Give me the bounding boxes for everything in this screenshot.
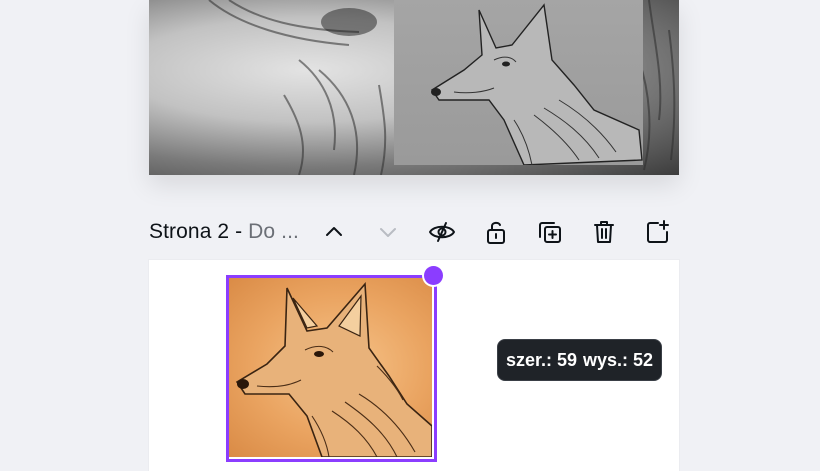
delete-page-button[interactable]	[588, 216, 620, 248]
move-page-up-button[interactable]	[318, 216, 350, 248]
trash-icon	[594, 221, 614, 243]
nose	[431, 88, 441, 96]
dog-sketch-drawing	[431, 3, 643, 165]
duplicate-page-button[interactable]	[534, 216, 566, 248]
add-page-icon	[647, 220, 669, 243]
eye	[314, 351, 324, 357]
resize-handle[interactable]	[424, 266, 443, 285]
unlock-icon	[487, 221, 505, 244]
duplicate-icon	[539, 222, 561, 243]
eye	[502, 61, 510, 67]
editor-canvas: Strona 2 - Do ... szer.: 59 wys.: 52	[0, 0, 820, 471]
height-readout: wys.: 52	[583, 349, 654, 370]
eye-slash-icon	[429, 222, 455, 242]
nose	[237, 379, 249, 389]
page-subtitle: Do ...	[248, 220, 299, 243]
page-2-header: Strona 2 - Do ...	[149, 210, 679, 254]
size-tooltip: szer.: 59 wys.: 52	[497, 339, 662, 381]
chevron-down-icon	[380, 228, 396, 237]
dog-sketch-photo[interactable]	[394, 0, 643, 165]
hide-page-button[interactable]	[426, 216, 458, 248]
lock-page-button[interactable]	[480, 216, 512, 248]
page-title[interactable]: Strona 2 - Do ...	[149, 220, 314, 244]
dog-illustration-image[interactable]	[227, 276, 432, 457]
chevron-up-icon	[326, 227, 342, 236]
width-readout: szer.: 59	[505, 349, 577, 370]
move-page-down-button[interactable]	[372, 216, 404, 248]
page-1[interactable]	[149, 0, 679, 175]
page-number: Strona 2 -	[149, 220, 249, 243]
add-page-button[interactable]	[642, 216, 674, 248]
dog-head-drawing	[235, 281, 432, 457]
